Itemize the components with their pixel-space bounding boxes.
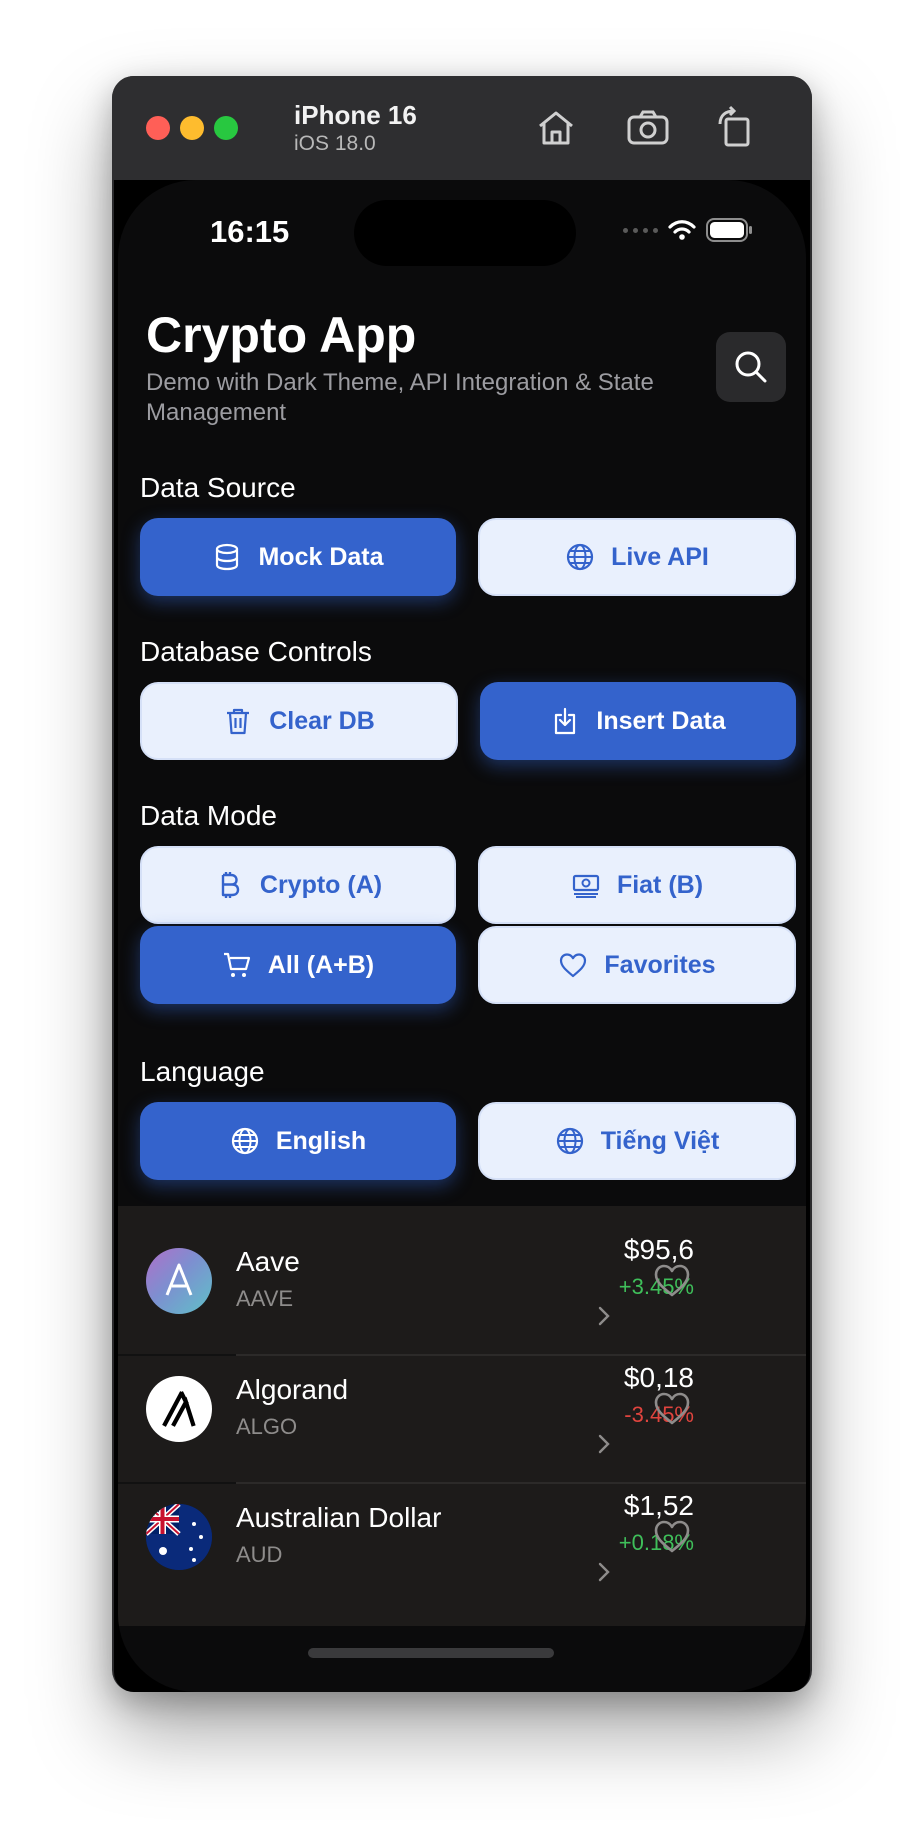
coin-name: Algorand <box>236 1374 349 1405</box>
australia-flag-icon <box>146 1504 212 1570</box>
all-mode-button[interactable]: All (A+B) <box>140 926 456 1004</box>
database-icon <box>216 543 239 571</box>
trash-icon <box>227 708 250 735</box>
currency-list: Aave AAVE $95,6 +3.45% Algorand ALGO $0,… <box>118 1206 806 1626</box>
globe-icon <box>567 543 594 571</box>
favorite-heart-icon[interactable] <box>650 1386 694 1430</box>
language-label: Language <box>140 1056 265 1087</box>
phone-frame: 16:15 Crypto App Demo with Dark Theme, A… <box>114 180 810 1692</box>
aave-logo <box>146 1248 212 1314</box>
crypto-mode-button[interactable]: Crypto (A) <box>140 846 456 924</box>
globe-icon <box>556 1127 583 1155</box>
camera-icon <box>627 110 669 145</box>
chevron-right-icon <box>598 1306 610 1326</box>
close-window-button[interactable] <box>146 116 170 140</box>
os-version: iOS 18.0 <box>294 132 376 155</box>
coin-name: Australian Dollar <box>236 1502 442 1533</box>
insert-data-label: Insert Data <box>596 706 726 735</box>
simulator-window: iPhone 16 iOS 18.0 16:15 Crypto App Demo… <box>112 76 812 1692</box>
status-indicators <box>623 216 754 244</box>
page-title: Crypto App <box>146 307 417 363</box>
simulator-toolbar: iPhone 16 iOS 18.0 <box>112 76 812 180</box>
vietnamese-label: Tiếng Việt <box>600 1126 720 1155</box>
rotate-button[interactable] <box>712 104 760 152</box>
clear-db-label: Clear DB <box>269 706 375 735</box>
crypto-mode-label: Crypto (A) <box>259 870 383 899</box>
device-name: iPhone 16 <box>294 100 417 130</box>
home-icon <box>539 111 573 145</box>
english-label: English <box>275 1126 367 1155</box>
mock-data-button[interactable]: Mock Data <box>140 518 456 596</box>
coin-symbol: AAVE <box>236 1286 294 1311</box>
english-button[interactable]: English <box>140 1102 456 1180</box>
phone-screen: 16:15 Crypto App Demo with Dark Theme, A… <box>118 180 806 1692</box>
all-mode-label: All (A+B) <box>267 950 375 979</box>
home-indicator[interactable] <box>308 1648 554 1658</box>
bitcoin-icon <box>221 872 240 898</box>
vietnamese-button[interactable]: Tiếng Việt <box>478 1102 796 1180</box>
coin-symbol: ALGO <box>236 1414 298 1439</box>
cart-icon <box>223 952 250 977</box>
zoom-window-button[interactable] <box>214 116 238 140</box>
heart-icon <box>560 953 587 978</box>
favorite-heart-icon[interactable] <box>650 1258 694 1302</box>
page-subtitle: Demo with Dark Theme, API Integration & … <box>146 369 654 426</box>
chevron-right-icon <box>598 1434 610 1454</box>
favorite-heart-icon[interactable] <box>650 1514 694 1558</box>
battery-icon <box>706 218 752 242</box>
minimize-window-button[interactable] <box>180 116 204 140</box>
search-icon <box>735 351 767 383</box>
coin-name: Aave <box>236 1246 300 1277</box>
coin-symbol: AUD <box>236 1542 283 1567</box>
live-api-button[interactable]: Live API <box>478 518 796 596</box>
wifi-icon <box>668 220 696 240</box>
algorand-logo <box>146 1376 212 1442</box>
australia-flag <box>146 1504 212 1570</box>
fiat-mode-label: Fiat (B) <box>616 870 704 899</box>
banknote-icon <box>572 874 600 898</box>
data-source-label: Data Source <box>140 472 296 503</box>
data-mode-label: Data Mode <box>140 800 277 831</box>
aave-icon <box>165 1263 193 1296</box>
dynamic-island <box>354 200 576 266</box>
download-icon <box>555 707 576 735</box>
live-api-label: Live API <box>611 542 709 571</box>
search-button[interactable] <box>716 332 786 402</box>
screenshot-button[interactable] <box>624 104 672 152</box>
database-controls-label: Database Controls <box>140 636 372 667</box>
insert-data-button[interactable]: Insert Data <box>480 682 796 760</box>
fiat-mode-button[interactable]: Fiat (B) <box>478 846 796 924</box>
cellular-icon <box>623 227 658 233</box>
algorand-icon <box>162 1391 196 1427</box>
mock-data-label: Mock Data <box>258 542 384 571</box>
favorites-mode-button[interactable]: Favorites <box>478 926 796 1004</box>
list-item[interactable]: Australian Dollar AUD $1,52 +0.18% <box>118 1462 806 1612</box>
globe-icon <box>231 1127 258 1155</box>
clear-db-button[interactable]: Clear DB <box>140 682 458 760</box>
home-button[interactable] <box>532 104 580 152</box>
favorites-mode-label: Favorites <box>604 950 716 979</box>
status-time: 16:15 <box>210 214 290 249</box>
chevron-right-icon <box>598 1562 610 1582</box>
rotate-icon <box>718 105 750 147</box>
